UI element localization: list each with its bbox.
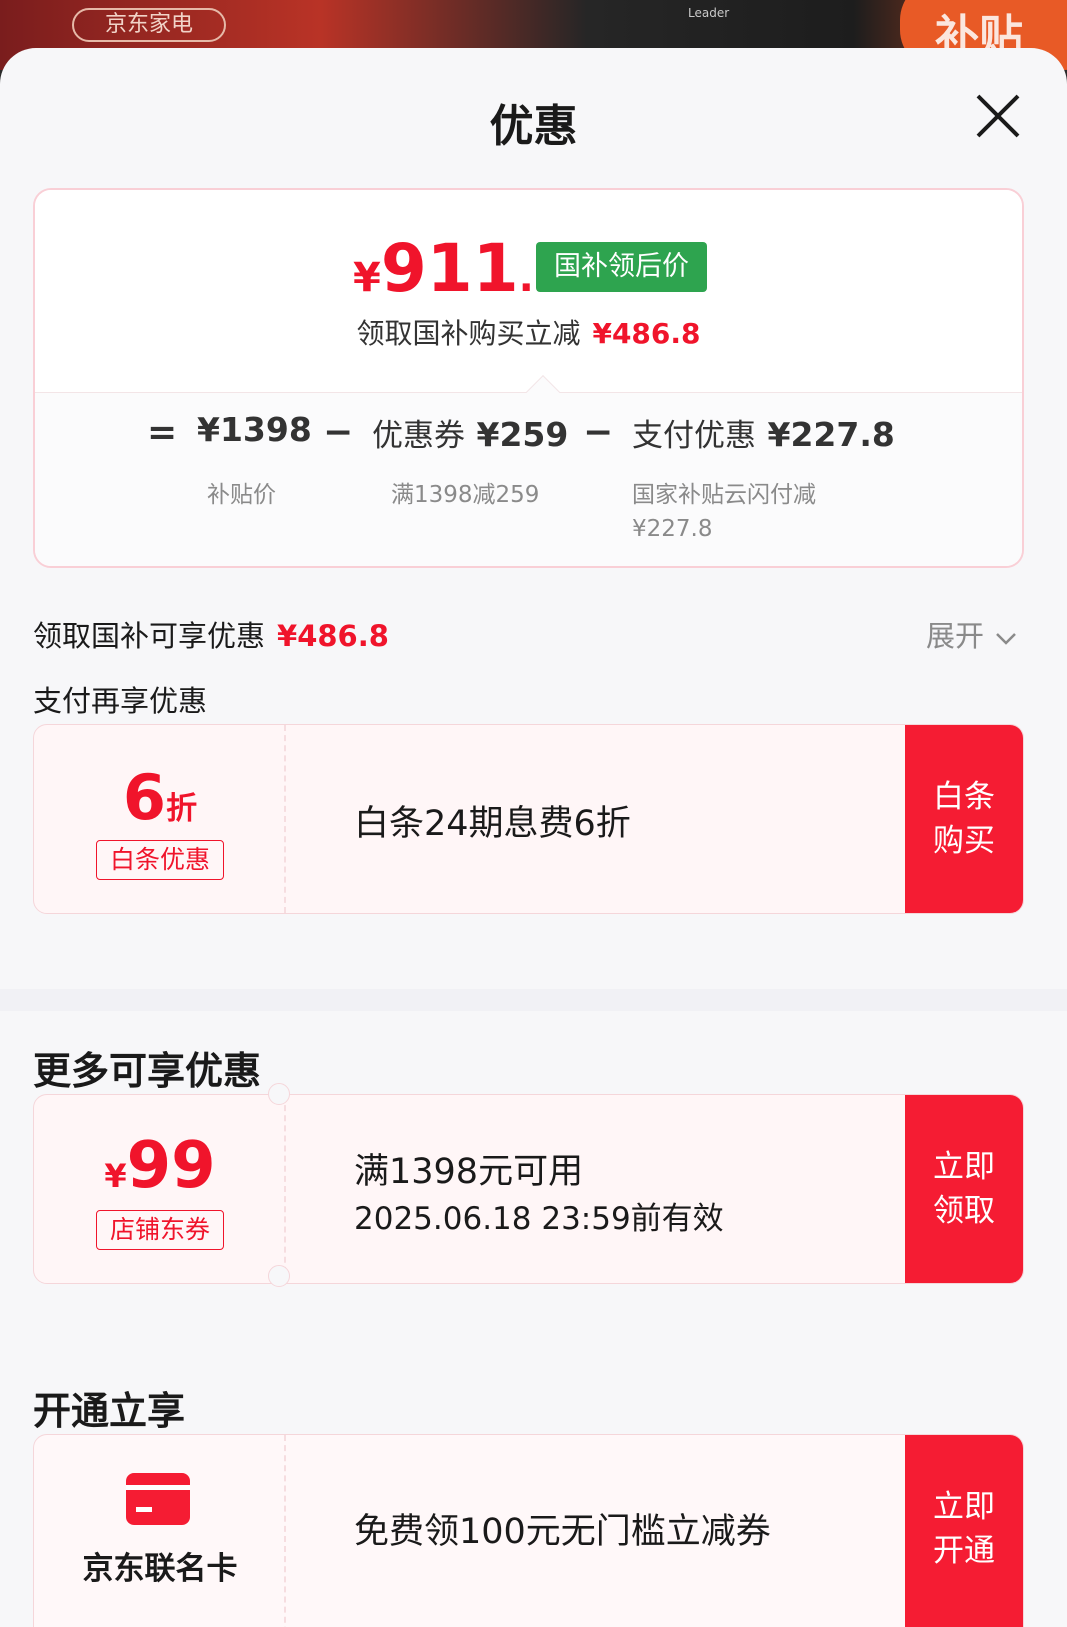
sheet-title: 优惠 bbox=[489, 101, 578, 152]
baitiao-buy-button[interactable]: 白条购买 bbox=[905, 725, 1023, 913]
coupon-discount: 优惠券 ¥259 bbox=[372, 415, 569, 454]
claim-coupon-button[interactable]: 立即领取 bbox=[905, 1095, 1023, 1283]
open-card-button[interactable]: 立即开通 bbox=[905, 1435, 1023, 1627]
card-offer-description: 免费领100元无门槛立减券 bbox=[354, 1512, 771, 1552]
coupon-validity: 2025.06.18 23:59前有效 bbox=[354, 1201, 724, 1237]
coupon-discount-note: 满1398减259 bbox=[391, 482, 540, 508]
close-button[interactable] bbox=[972, 90, 1024, 142]
equals-sign: = bbox=[147, 412, 178, 453]
final-price: ¥911.2 bbox=[353, 230, 562, 307]
brand-logo: Leader bbox=[688, 6, 730, 20]
coupon-type-tag: 店铺东券 bbox=[96, 1210, 224, 1250]
category-tag: 京东家电 bbox=[72, 8, 226, 42]
coupon-amount: ¥99 bbox=[104, 1129, 216, 1203]
payment-discount: 支付优惠 ¥227.8 bbox=[632, 415, 895, 454]
more-section-title: 更多可享优惠 bbox=[33, 1049, 262, 1093]
card-name: 京东联名卡 bbox=[82, 1551, 238, 1587]
open-section-title: 开通立享 bbox=[33, 1389, 186, 1433]
base-price-note: 补贴价 bbox=[207, 482, 276, 508]
coupon-description: 白条24期息费6折 bbox=[354, 804, 631, 844]
discount-value: 6折 bbox=[122, 761, 198, 834]
chevron-down-icon bbox=[996, 633, 1017, 645]
pay-section-title: 支付再享优惠 bbox=[33, 684, 208, 718]
store-coupon: ¥99 店铺东券 满1398元可用 2025.06.18 23:59前有效 立即… bbox=[33, 1094, 1024, 1284]
discount-sheet: 优惠 ¥911.2 国补领后价 领取国补购买立减¥486.8 = ¥1398 补… bbox=[0, 48, 1067, 1627]
section-divider bbox=[0, 989, 1067, 1011]
saving-summary: 领取国补购买立减 ¥486.8 bbox=[356, 317, 701, 350]
price-summary-card: ¥911.2 国补领后价 领取国补购买立减¥486.8 = ¥1398 补贴价 … bbox=[33, 188, 1024, 568]
minus-sign: − bbox=[583, 412, 614, 453]
coupon-condition: 满1398元可用 bbox=[354, 1152, 584, 1192]
expand-button[interactable]: 展开 bbox=[926, 613, 1019, 655]
card-offer: 京东联名卡 免费领100元无门槛立减券 立即开通 bbox=[33, 1434, 1024, 1627]
coupon-type-tag: 白条优惠 bbox=[96, 840, 224, 880]
credit-card-icon bbox=[126, 1473, 190, 1525]
base-price: ¥1398 bbox=[197, 410, 312, 449]
baitiao-coupon: 6折 白条优惠 白条24期息费6折 白条购买 bbox=[33, 724, 1024, 914]
gov-subsidy-row: 领取国补可享优惠 ¥486.8 bbox=[33, 619, 389, 653]
final-price-tag: 国补领后价 bbox=[536, 242, 707, 292]
minus-sign: − bbox=[323, 412, 354, 453]
close-icon bbox=[976, 94, 1020, 138]
payment-discount-note: 国家补贴云闪付减 ¥227.8 bbox=[632, 482, 816, 542]
